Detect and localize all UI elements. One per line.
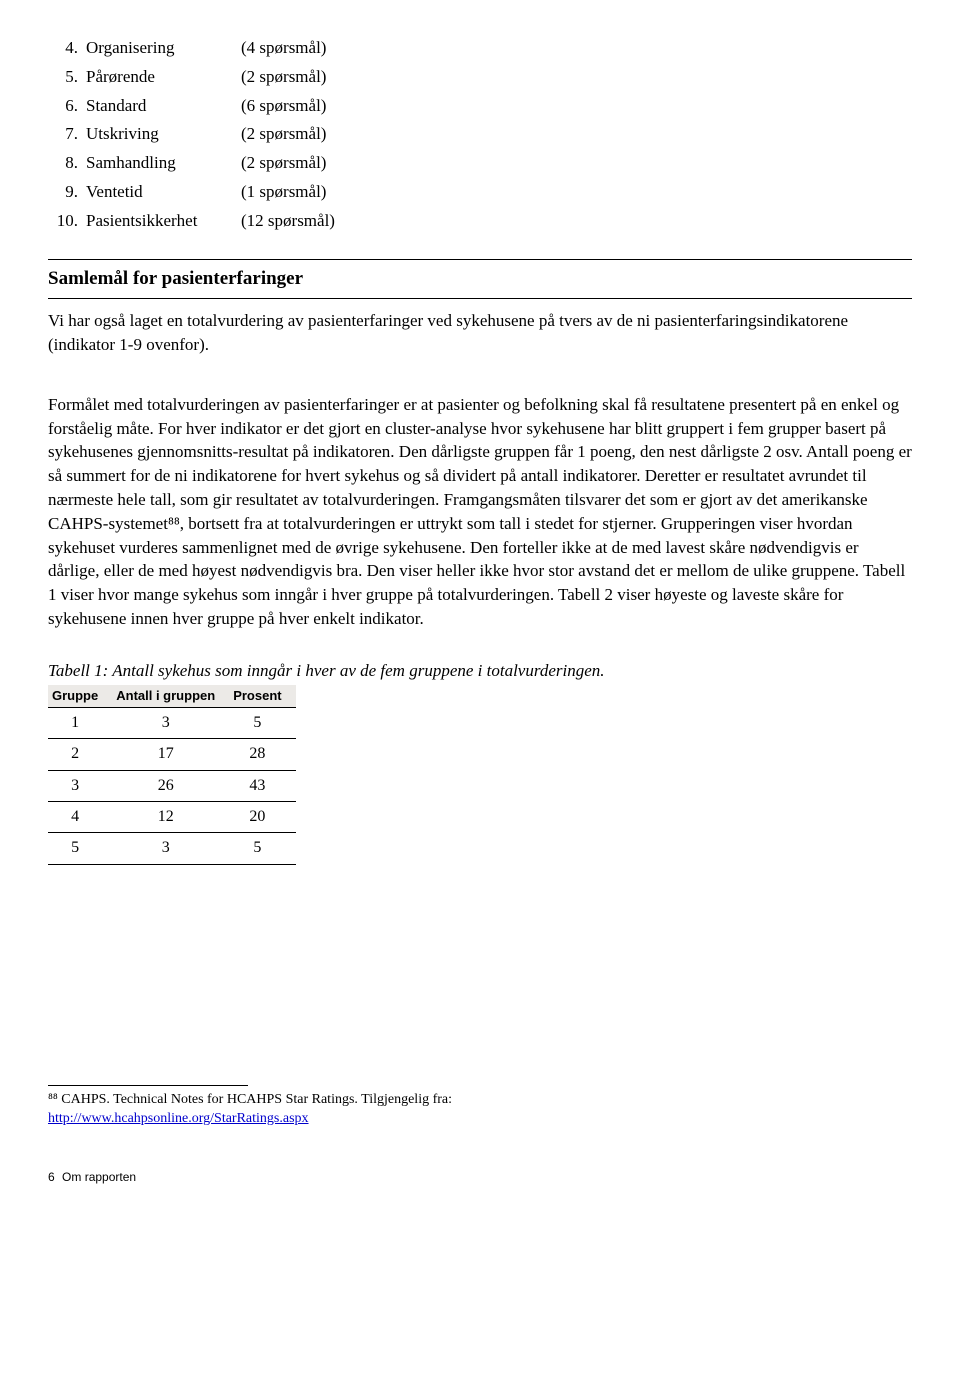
table-row: 1 3 5 [48,707,296,738]
list-count: (2 spørsmål) [241,151,326,175]
table-row: 2 17 28 [48,739,296,770]
cell: 3 [112,707,229,738]
cell: 3 [112,833,229,864]
cell: 5 [229,707,295,738]
cell: 5 [229,833,295,864]
list-item: 6. Standard (6 spørsmål) [48,94,912,118]
footnote-separator [48,1085,248,1086]
list-label: Standard [86,94,241,118]
col-header: Gruppe [48,685,112,708]
list-item: 10. Pasientsikkerhet (12 spørsmål) [48,209,912,233]
list-count: (2 spørsmål) [241,65,326,89]
list-item: 8. Samhandling (2 spørsmål) [48,151,912,175]
cell: 28 [229,739,295,770]
cell: 43 [229,770,295,801]
table-row: 5 3 5 [48,833,296,864]
cell: 5 [48,833,112,864]
list-number: 5. [48,65,86,89]
page-footer: 6 Om rapporten [48,1169,912,1186]
footer-section: Om rapporten [62,1170,136,1184]
list-count: (1 spørsmål) [241,180,326,204]
list-item: 7. Utskriving (2 spørsmål) [48,122,912,146]
list-count: (6 spørsmål) [241,94,326,118]
list-number: 10. [48,209,86,233]
table-caption: Tabell 1: Antall sykehus som inngår i hv… [48,659,912,683]
list-label: Utskriving [86,122,241,146]
list-item: 5. Pårørende (2 spørsmål) [48,65,912,89]
intro-paragraph: Vi har også laget en totalvurdering av p… [48,309,912,357]
col-header: Prosent [229,685,295,708]
footnote: ⁸⁸ CAHPS. Technical Notes for HCAHPS Sta… [48,1090,912,1129]
list-label: Ventetid [86,180,241,204]
cell: 20 [229,801,295,832]
col-header: Antall i gruppen [112,685,229,708]
list-count: (12 spørsmål) [241,209,335,233]
cell: 17 [112,739,229,770]
page-number: 6 [48,1170,55,1184]
list-count: (4 spørsmål) [241,36,326,60]
list-label: Pasientsikkerhet [86,209,241,233]
list-item: 4. Organisering (4 spørsmål) [48,36,912,60]
footnote-text: ⁸⁸ CAHPS. Technical Notes for HCAHPS Sta… [48,1092,452,1107]
section-heading: Samlemål for pasienterfaringer [48,259,912,300]
list-label: Pårørende [86,65,241,89]
list-label: Organisering [86,36,241,60]
numbered-list: 4. Organisering (4 spørsmål) 5. Pårørend… [48,36,912,233]
list-number: 8. [48,151,86,175]
footnote-link[interactable]: http://www.hcahpsonline.org/StarRatings.… [48,1111,309,1126]
list-number: 6. [48,94,86,118]
cell: 26 [112,770,229,801]
body-paragraph: Formålet med totalvurderingen av pasient… [48,393,912,631]
cell: 4 [48,801,112,832]
table-row: 3 26 43 [48,770,296,801]
cell: 1 [48,707,112,738]
list-number: 9. [48,180,86,204]
list-label: Samhandling [86,151,241,175]
list-number: 7. [48,122,86,146]
list-item: 9. Ventetid (1 spørsmål) [48,180,912,204]
group-table: Gruppe Antall i gruppen Prosent 1 3 5 2 … [48,685,296,865]
cell: 12 [112,801,229,832]
table-row: 4 12 20 [48,801,296,832]
cell: 3 [48,770,112,801]
list-number: 4. [48,36,86,60]
list-count: (2 spørsmål) [241,122,326,146]
cell: 2 [48,739,112,770]
